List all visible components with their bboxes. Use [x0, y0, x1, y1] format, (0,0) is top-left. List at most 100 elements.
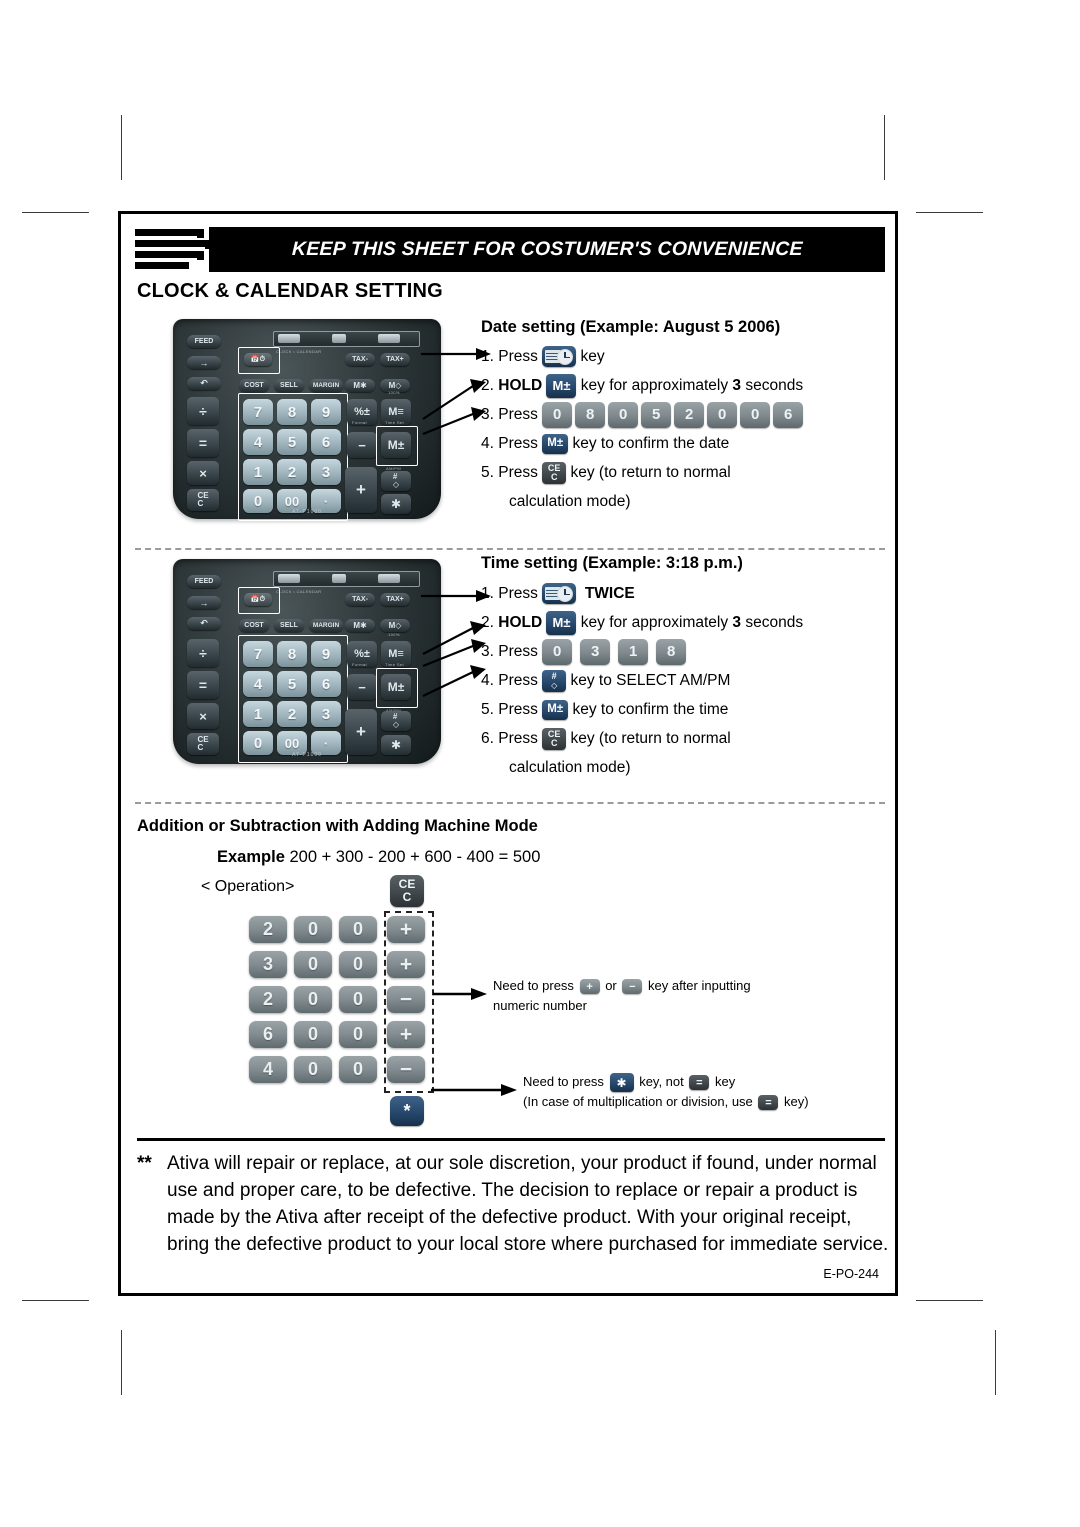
calc-key-feed: FEED [187, 575, 221, 588]
m-plus-minus-icon: M± [542, 433, 569, 454]
step-row: calculation mode) [481, 487, 806, 516]
step-tail: key to SELECT AM/PM [570, 672, 731, 689]
op-digit-key: 4 [249, 1056, 287, 1083]
warranty-text: Ativa will repair or replace, at our sol… [167, 1153, 889, 1255]
step-tail: key (to return to normal [570, 730, 731, 747]
step-verb: Press [498, 435, 538, 452]
calc-key-divide: ÷ [187, 639, 219, 667]
clock-calendar-caption: CLOCK • CALENDAR [276, 589, 322, 594]
step-verb: Press [498, 701, 538, 718]
note-text: key) [784, 1094, 809, 1110]
step-tail: key (to return to normal [570, 464, 731, 481]
step-number: 2. [481, 614, 494, 631]
step-verb: Press [498, 730, 538, 747]
step-tail: key to confirm the date [572, 435, 730, 452]
op-digit-key: 0 [339, 951, 377, 978]
digit-key: 0 [740, 401, 771, 428]
op-digit-key: 0 [294, 1021, 332, 1048]
step-number: 6. [481, 730, 494, 747]
op-operator-key: − [387, 1056, 425, 1083]
calc-key-cost: COST [239, 619, 269, 632]
crop-mark-bottom-right-v [995, 1330, 996, 1395]
equals-key-icon: = [689, 1075, 710, 1091]
crop-mark-bottom-left-v [121, 1330, 122, 1395]
calc-key-multiply: × [187, 461, 219, 485]
m-plus-minus-icon: M± [546, 373, 577, 398]
step-emphasis: 3 [732, 614, 742, 631]
step-verb: Press [498, 585, 538, 602]
calc-key-sell: SELL [274, 619, 304, 632]
calc-key-sell: SELL [274, 379, 304, 392]
step-verb: Press [498, 643, 538, 660]
date-setting-title: Date setting (Example: August 5 2006) [481, 318, 781, 336]
page-title: CLOCK & CALENDAR SETTING [137, 280, 443, 302]
op-digit-key: 2 [249, 986, 287, 1013]
note-text: key after inputting [648, 978, 751, 993]
op-digit-key: 6 [249, 1021, 287, 1048]
micro-label-time-set: Time Set [385, 420, 405, 425]
step-number: 3. [481, 643, 494, 660]
step-tail: key to confirm the time [572, 701, 729, 718]
step-row: 2. HOLD M± key for approximately 3 secon… [481, 608, 803, 637]
step-row: 1. Press key [481, 342, 806, 371]
op-digit-key: 0 [294, 916, 332, 943]
warranty-divider [137, 1138, 885, 1141]
calc-key-m-diamond: M◇ [380, 619, 410, 632]
step-verb: HOLD [498, 377, 543, 394]
note-text: key [715, 1074, 736, 1089]
banner-title: KEEP THIS SHEET FOR COSTUMER'S CONVENIEN… [291, 238, 803, 260]
step-verb: Press [498, 464, 538, 481]
step-row: 4. Press M± key to confirm the date [481, 429, 806, 458]
example-label: Example [217, 848, 285, 866]
minus-key-icon: − [622, 979, 643, 995]
digit-key: 0 [707, 401, 738, 428]
mode-switch-bar [273, 331, 420, 347]
note-text: key, not [639, 1074, 684, 1089]
clock-calendar-icon [542, 346, 577, 367]
calc-key-margin: MARGIN [309, 619, 343, 632]
step-tail: key [580, 348, 605, 365]
total-star-key: * [390, 1096, 424, 1126]
m-plus-minus-icon: M± [542, 699, 569, 720]
note-line: (In case of multiplication or division, … [523, 1092, 809, 1112]
digit-key: 5 [641, 401, 672, 428]
note-arrow-2 [431, 1084, 517, 1096]
warranty-block: ** Ativa will repair or replace, at our … [137, 1150, 889, 1258]
digit-key: 8 [656, 638, 687, 665]
calc-key-hash-diamond: # ◇ [381, 711, 411, 731]
step-tail2: seconds [745, 377, 804, 394]
plus-key-icon: + [579, 979, 600, 995]
clear-key-c-label: C [402, 890, 412, 904]
calc-key-minus: − [347, 432, 377, 458]
micro-label-format: Format [352, 662, 368, 667]
digit-key: 1 [618, 638, 649, 665]
digit-key: 0 [542, 401, 573, 428]
calc-key-tax-minus: TAX- [345, 353, 375, 366]
calculator-image-date: CLOCK • CALENDAR FEED → ↶ ÷ = × CE C 📅⏱ C… [173, 319, 441, 521]
highlight-clock-key [238, 587, 280, 614]
star-key-icon: ✱ [609, 1073, 634, 1093]
equals-key-icon: = [758, 1095, 779, 1111]
ce-c-icon: CE C [542, 727, 567, 750]
step-tail2: seconds [745, 614, 804, 631]
calc-key-m-star: M✱ [345, 619, 375, 632]
clock-calendar-caption: CLOCK • CALENDAR [276, 349, 322, 354]
step-number: 2. [481, 377, 494, 394]
calc-key-plus: + [345, 467, 377, 513]
date-setting-steps: 1. Press key 2. HOLD M± key for approxim… [481, 342, 806, 516]
note-text: (In case of multiplication or division, … [523, 1094, 753, 1110]
step-row: 2. HOLD M± key for approximately 3 secon… [481, 371, 806, 400]
op-digit-key: 0 [339, 916, 377, 943]
operation-label: < Operation> [201, 878, 295, 895]
op-digit-key: 0 [339, 1056, 377, 1083]
section-divider-2 [135, 802, 885, 804]
step-number: 1. [481, 348, 494, 365]
note-text: Need to press [493, 978, 574, 993]
page-frame: KEEP THIS SHEET FOR COSTUMER'S CONVENIEN… [18, 183, 1062, 1305]
time-setting-steps: 1. Press TWICE 2. HOLD M± key for approx… [481, 579, 803, 782]
note-text: Need to press [523, 1074, 604, 1089]
calc-key-back: ↶ [187, 377, 221, 390]
step-row: 5. Press CE C key (to return to normal [481, 458, 806, 487]
digit-key: 0 [608, 401, 639, 428]
calculator-image-time: CLOCK • CALENDAR FEED → ↶ ÷ = × CE C 📅⏱ C… [173, 559, 441, 764]
